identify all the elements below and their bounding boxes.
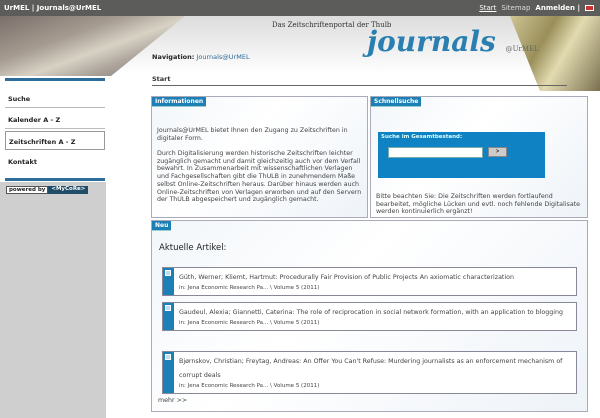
logo-at: @ — [505, 45, 513, 53]
sidebar-background — [0, 182, 106, 418]
divider — [5, 78, 105, 81]
powered-by-label: powered by — [6, 186, 49, 194]
mycore-logo: <MyCoRe> — [48, 186, 89, 194]
search-input[interactable] — [388, 147, 483, 158]
login-link[interactable]: Anmelden | — [535, 4, 580, 12]
start-link[interactable]: Start — [479, 4, 496, 12]
more-link[interactable]: mehr >> — [158, 397, 187, 404]
breadcrumb-link[interactable]: Journals@UrMEL — [196, 53, 249, 61]
logo-sub: UrMEL — [512, 45, 539, 53]
sidebar-item-zeitschriften[interactable]: Zeitschriften A - Z — [5, 131, 105, 150]
quick-search-panel: Schnellsuche Suche im Gesamtbestand: > B… — [370, 96, 588, 218]
search-submit-button[interactable]: > — [488, 147, 507, 157]
logo-text: journals — [367, 25, 496, 58]
info-panel-title: Informationen — [152, 97, 207, 107]
info-panel: Informationen Journals@UrMEL bietet Ihne… — [151, 96, 368, 218]
info-text-2: Durch Digitalisierung werden historische… — [157, 150, 362, 204]
search-form: Suche im Gesamtbestand: > — [378, 132, 545, 178]
sidebar-item-kontakt[interactable]: Kontakt — [5, 152, 105, 171]
info-text-1: Journals@UrMEL bietet Ihnen den Zugang z… — [157, 127, 348, 142]
journals-logo[interactable]: journals @UrMEL — [367, 25, 539, 58]
article-item[interactable]: Gaudeul, Alexia; Giannetti, Caterina: Th… — [162, 302, 577, 331]
article-marker — [163, 268, 174, 295]
article-item[interactable]: Bjørnskov, Christian; Freytag, Andreas: … — [162, 351, 577, 394]
divider — [5, 178, 105, 181]
sidebar-item-suche[interactable]: Suche — [5, 89, 105, 108]
article-item[interactable]: Güth, Werner; Kliemt, Hartmut: Procedura… — [162, 267, 577, 296]
document-icon — [165, 270, 171, 276]
document-icon — [165, 305, 171, 311]
site-title: UrMEL | Journals@UrMEL — [4, 4, 102, 12]
article-title[interactable]: Güth, Werner; Kliemt, Hartmut: Procedura… — [179, 268, 576, 285]
article-source[interactable]: in: Jena Economic Research Pa... \ Volum… — [179, 383, 576, 393]
english-flag-icon[interactable] — [585, 5, 594, 11]
page-title: Start — [152, 75, 567, 86]
breadcrumb: Navigation: Journals@UrMEL — [152, 53, 250, 61]
breadcrumb-label: Navigation: — [152, 53, 195, 61]
document-icon — [165, 354, 171, 360]
sitemap-link[interactable]: Sitemap — [501, 4, 530, 12]
new-articles-panel: Neu Aktuelle Artikel: Güth, Werner; Klie… — [151, 220, 588, 412]
sidebar-item-kalender[interactable]: Kalender A - Z — [5, 110, 105, 129]
article-title[interactable]: Gaudeul, Alexia; Giannetti, Caterina: Th… — [179, 303, 576, 320]
books-image — [0, 16, 185, 76]
sidebar: Suche Kalender A - Z Zeitschriften A - Z… — [0, 74, 106, 418]
search-label: Suche im Gesamtbestand: — [381, 134, 463, 140]
new-panel-title: Neu — [152, 221, 172, 231]
header-banner: Das Zeitschriftenportal der Thulb journa… — [0, 16, 600, 91]
article-source[interactable]: in: Jena Economic Research Pa... \ Volum… — [179, 320, 576, 330]
top-bar: UrMEL | Journals@UrMEL Start Sitemap Anm… — [0, 0, 600, 16]
quick-search-title: Schnellsuche — [371, 97, 422, 107]
article-title[interactable]: Bjørnskov, Christian; Freytag, Andreas: … — [179, 352, 576, 383]
current-articles-heading: Aktuelle Artikel: — [159, 243, 227, 253]
article-marker — [163, 303, 174, 330]
powered-by-mycore[interactable]: powered by <MyCoRe> — [6, 186, 89, 194]
article-marker — [163, 352, 174, 393]
search-note: Bitte beachten Sie: Die Zeitschriften we… — [376, 193, 581, 215]
article-source[interactable]: in: Jena Economic Research Pa... \ Volum… — [179, 285, 576, 295]
